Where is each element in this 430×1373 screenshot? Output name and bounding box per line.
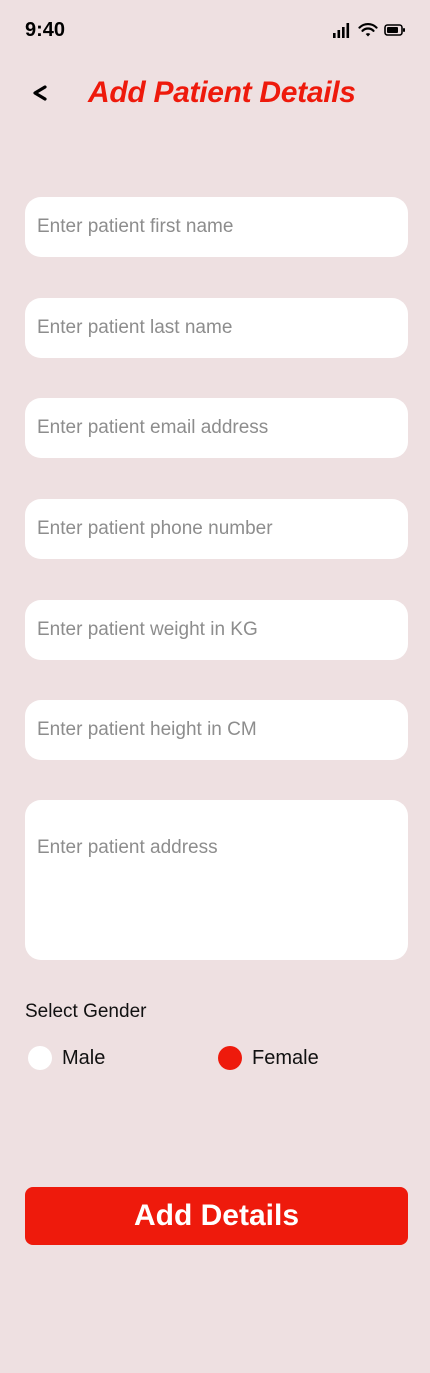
weight-input[interactable] [25,600,408,660]
gender-option-label: Male [62,1046,106,1069]
status-bar: 9:40 [0,0,430,60]
chevron-left-icon [31,84,49,106]
wifi-icon [358,22,378,43]
back-button[interactable] [24,80,56,110]
header: Add Patient Details [0,70,430,120]
battery-icon [384,23,406,42]
radio-female[interactable] [218,1046,242,1070]
add-details-button[interactable]: Add Details [25,1187,408,1245]
radio-male[interactable] [28,1046,52,1070]
height-input[interactable] [25,700,408,760]
last-name-input[interactable] [25,298,408,358]
gender-option-male[interactable]: Male [28,1046,105,1070]
gender-option-female[interactable]: Female [218,1046,319,1070]
gender-option-label: Female [252,1046,319,1069]
status-icons [332,22,406,43]
phone-input[interactable] [25,499,408,559]
email-input[interactable] [25,398,408,458]
signal-icon [332,22,352,43]
gender-label: Select Gender [25,1001,147,1022]
first-name-input[interactable] [25,197,408,257]
status-time: 9:40 [25,19,66,41]
address-input[interactable] [25,800,408,960]
page-title: Add Patient Details [88,76,356,109]
